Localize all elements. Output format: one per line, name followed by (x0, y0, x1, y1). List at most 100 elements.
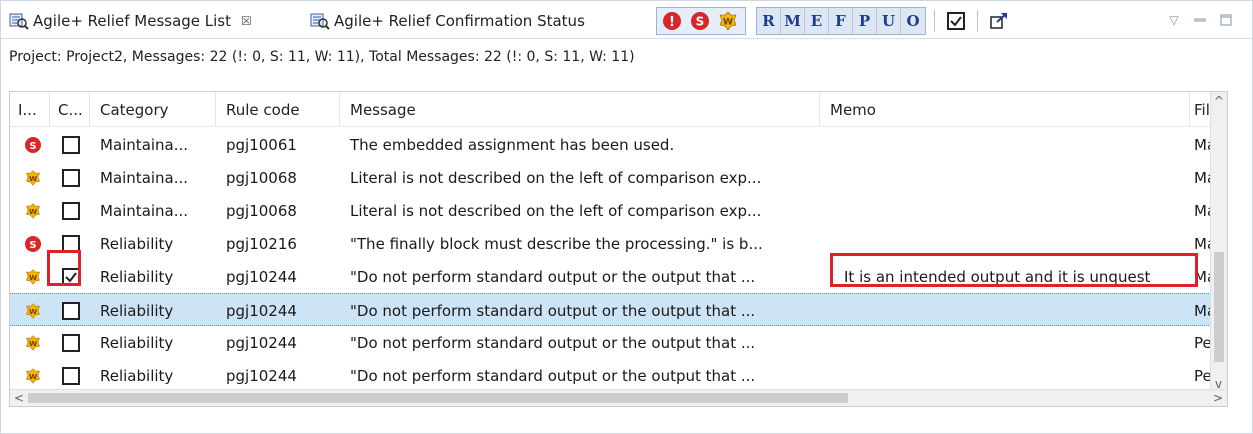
filter-m-button[interactable]: M (781, 8, 805, 34)
message-list-view: Agile+ Relief Message List ☒ Agile+ Reli… (0, 0, 1253, 434)
column-header-confirm[interactable]: C... (50, 92, 90, 127)
tab-confirmation-status-label: Agile+ Relief Confirmation Status (334, 12, 585, 30)
warning-filter-button[interactable]: W (715, 8, 741, 34)
column-header-rule-code[interactable]: Rule code (216, 92, 340, 127)
memo-cell[interactable] (820, 294, 1190, 327)
svg-text:S: S (29, 141, 36, 152)
memo-cell[interactable] (820, 326, 1190, 359)
horizontal-scrollbar[interactable]: < > (10, 389, 1227, 406)
vertical-scroll-thumb[interactable] (1214, 252, 1224, 362)
table-header: I... C... Category Rule code Message Mem… (10, 92, 1227, 127)
confirm-checkbox-cell (50, 294, 90, 327)
rule-code-cell: pgj10244 (226, 301, 297, 320)
confirmation-status-icon (310, 12, 330, 30)
confirm-checkbox[interactable] (62, 366, 80, 385)
message-cell: The embedded assignment has been used. (350, 135, 675, 154)
rule-code-cell: pgj10068 (226, 168, 297, 187)
confirm-checked-button[interactable] (943, 8, 969, 34)
table-row[interactable]: W Reliability pgj10244 "Do not perform stan… (10, 359, 1227, 392)
confirm-checkbox-cell (50, 161, 90, 194)
confirm-checkbox-cell (50, 326, 90, 359)
svg-text:W: W (29, 338, 37, 347)
filter-o-button[interactable]: O (901, 8, 925, 34)
warning-severity-icon: W (719, 11, 737, 31)
tab-message-list[interactable]: Agile+ Relief Message List ☒ (9, 7, 252, 35)
table-row[interactable]: W Maintaina... pgj10068 Literal is not desc… (10, 194, 1227, 227)
svg-text:W: W (29, 272, 37, 281)
category-cell: Reliability (100, 333, 174, 352)
tab-message-list-label: Agile+ Relief Message List (33, 12, 232, 30)
serious-severity-icon: S (10, 227, 50, 260)
serious-filter-button[interactable]: S (687, 8, 713, 34)
message-cell: "Do not perform standard output or the o… (350, 333, 756, 352)
category-cell: Reliability (100, 267, 174, 286)
memo-cell[interactable] (820, 128, 1190, 161)
column-header-file[interactable]: Fil (1190, 92, 1212, 127)
vertical-scrollbar[interactable]: ^ v (1210, 92, 1227, 391)
file-cell: Pe (1194, 333, 1212, 352)
table-row[interactable]: S Maintaina... pgj10061 The embedded assign… (10, 128, 1227, 161)
view-toolbar: ! S W R M E F P U O (656, 7, 1012, 35)
warning-severity-icon: W (10, 326, 50, 359)
scroll-right-icon[interactable]: > (1213, 391, 1223, 405)
toolbar-separator (934, 10, 935, 32)
column-header-message[interactable]: Message (340, 92, 820, 127)
category-cell: Reliability (100, 234, 174, 253)
serious-severity-icon: S (10, 128, 50, 161)
warning-severity-glyph: W (723, 18, 733, 28)
confirm-checkbox-cell (50, 194, 90, 227)
close-tab-icon[interactable]: ☒ (241, 14, 252, 28)
memo-cell[interactable] (820, 194, 1190, 227)
confirm-checkbox[interactable] (62, 301, 80, 320)
export-button[interactable] (986, 8, 1012, 34)
filter-f-button[interactable]: F (829, 8, 853, 34)
table-row[interactable]: W Reliability pgj10244 "Do not perform stan… (10, 293, 1227, 327)
table-row[interactable]: W Maintaina... pgj10068 Literal is not desc… (10, 161, 1227, 194)
tab-confirmation-status[interactable]: Agile+ Relief Confirmation Status (310, 7, 585, 35)
filter-e-button[interactable]: E (805, 8, 829, 34)
error-severity-glyph: ! (669, 15, 675, 30)
confirm-checkbox[interactable] (62, 168, 80, 187)
rule-code-cell: pgj10068 (226, 201, 297, 220)
checkbox-icon (947, 12, 965, 30)
column-header-category[interactable]: Category (90, 92, 216, 127)
confirm-checkbox[interactable] (62, 333, 80, 352)
horizontal-scroll-thumb[interactable] (28, 393, 848, 403)
rule-code-cell: pgj10061 (226, 135, 297, 154)
memo-cell[interactable] (820, 161, 1190, 194)
message-list-icon (9, 12, 29, 30)
category-cell: Reliability (100, 301, 174, 320)
minimize-icon[interactable] (1189, 9, 1211, 31)
filter-r-button[interactable]: R (757, 8, 781, 34)
scroll-left-icon[interactable]: < (14, 391, 24, 405)
message-cell: "Do not perform standard output or the o… (350, 301, 756, 320)
maximize-icon[interactable] (1215, 9, 1237, 31)
column-header-memo[interactable]: Memo (820, 92, 1190, 127)
svg-text:W: W (29, 306, 37, 315)
filter-u-button[interactable]: U (877, 8, 901, 34)
file-cell: Ma (1194, 201, 1212, 220)
message-cell: "The finally block must describe the pro… (350, 234, 763, 253)
scroll-up-icon[interactable]: ^ (1214, 94, 1224, 108)
confirm-checkbox[interactable] (62, 135, 80, 154)
confirm-checkbox[interactable] (62, 201, 80, 220)
column-header-importance[interactable]: I... (10, 92, 50, 127)
rule-code-cell: pgj10216 (226, 234, 297, 253)
export-icon (990, 13, 1007, 29)
toolbar-separator (977, 10, 978, 32)
memo-cell[interactable] (820, 359, 1190, 392)
category-cell: Maintaina... (100, 168, 189, 187)
filter-p-button[interactable]: P (853, 8, 877, 34)
svg-text:W: W (29, 206, 37, 215)
warning-severity-icon: W (10, 294, 50, 327)
view-tab-bar: Agile+ Relief Message List ☒ Agile+ Reli… (1, 1, 1252, 39)
confirm-checkbox-cell (50, 359, 90, 392)
table-row[interactable]: W Reliability pgj10244 "Do not perform stan… (10, 326, 1227, 359)
confirm-checkbox-cell (50, 128, 90, 161)
view-menu-icon[interactable]: ▽ (1163, 9, 1185, 31)
checkbox-highlight (47, 250, 81, 286)
error-severity-icon: ! (663, 12, 681, 30)
memo-highlight (830, 253, 1198, 287)
warning-severity-icon: W (10, 194, 50, 227)
error-filter-button[interactable]: ! (659, 8, 685, 34)
